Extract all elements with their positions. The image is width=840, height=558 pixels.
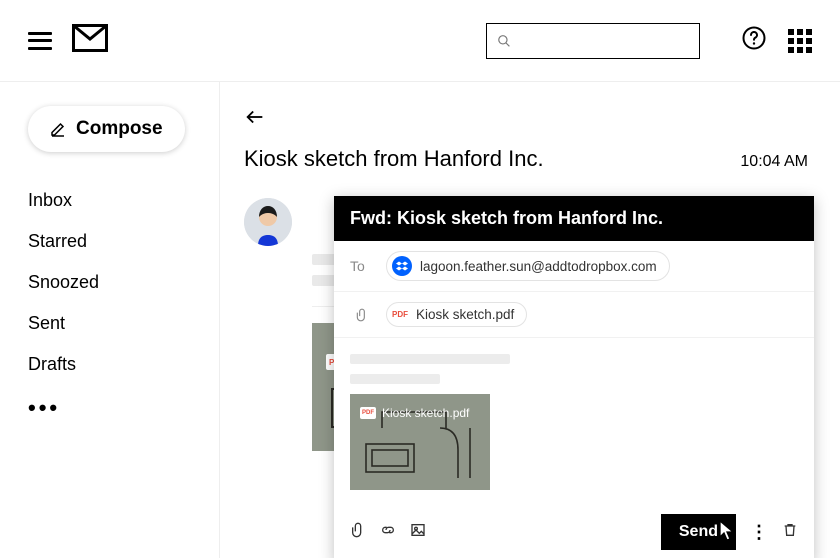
sidebar-item-snoozed[interactable]: Snoozed bbox=[28, 262, 191, 303]
more-button[interactable]: ••• bbox=[28, 385, 191, 431]
compose-button[interactable]: Compose bbox=[28, 106, 185, 152]
insert-image-icon[interactable] bbox=[410, 522, 426, 543]
paperclip-icon bbox=[350, 307, 374, 323]
attachment-chip[interactable]: PDF Kiosk sketch.pdf bbox=[386, 302, 527, 327]
thread-title: Kiosk sketch from Hanford Inc. bbox=[244, 146, 544, 172]
search-icon bbox=[497, 33, 511, 49]
inline-attachment-thumb[interactable]: PDF Kiosk sketch.pdf bbox=[350, 394, 490, 490]
sidebar-item-inbox[interactable]: Inbox bbox=[28, 180, 191, 221]
sender-avatar bbox=[244, 198, 292, 246]
send-button[interactable]: Send bbox=[661, 514, 736, 550]
topbar bbox=[0, 0, 840, 82]
discard-button[interactable] bbox=[782, 521, 798, 544]
search-input[interactable] bbox=[486, 23, 700, 59]
apps-grid-icon[interactable] bbox=[788, 29, 812, 53]
main-pane: Kiosk sketch from Hanford Inc. 10:04 AM bbox=[220, 82, 840, 558]
pdf-label-icon: PDF bbox=[392, 310, 408, 319]
composer-body[interactable]: PDF Kiosk sketch.pdf bbox=[334, 338, 814, 506]
attach-file-icon[interactable] bbox=[350, 522, 366, 543]
thumb-name: Kiosk sketch.pdf bbox=[382, 406, 469, 420]
thread-time: 10:04 AM bbox=[740, 153, 808, 171]
dropbox-icon bbox=[392, 256, 412, 276]
compose-label: Compose bbox=[76, 118, 163, 140]
attachment-row[interactable]: PDF Kiosk sketch.pdf bbox=[334, 292, 814, 338]
to-row[interactable]: To lagoon.feather.sun@addtodropbox.com bbox=[334, 241, 814, 292]
search-field[interactable] bbox=[519, 33, 689, 49]
text-placeholder bbox=[350, 374, 440, 384]
back-button[interactable] bbox=[244, 106, 266, 128]
insert-link-icon[interactable] bbox=[380, 522, 396, 543]
text-placeholder bbox=[350, 354, 510, 364]
compose-icon bbox=[50, 121, 66, 137]
sidebar-item-starred[interactable]: Starred bbox=[28, 221, 191, 262]
mouse-cursor-icon bbox=[719, 520, 737, 542]
sidebar-item-drafts[interactable]: Drafts bbox=[28, 344, 191, 385]
more-options-button[interactable]: ⋮ bbox=[750, 522, 768, 543]
attachment-name: Kiosk sketch.pdf bbox=[416, 307, 514, 322]
pdf-badge-icon: PDF bbox=[360, 407, 376, 419]
help-icon[interactable] bbox=[742, 26, 766, 55]
recipient-address: lagoon.feather.sun@addtodropbox.com bbox=[420, 259, 657, 274]
sidebar-item-sent[interactable]: Sent bbox=[28, 303, 191, 344]
recipient-chip[interactable]: lagoon.feather.sun@addtodropbox.com bbox=[386, 251, 670, 281]
composer-title[interactable]: Fwd: Kiosk sketch from Hanford Inc. bbox=[334, 196, 814, 241]
mail-logo-icon bbox=[72, 24, 108, 57]
sidebar: Compose Inbox Starred Snoozed Sent Draft… bbox=[0, 82, 220, 558]
composer-window: Fwd: Kiosk sketch from Hanford Inc. To l… bbox=[334, 196, 814, 558]
menu-button[interactable] bbox=[28, 32, 52, 50]
to-label: To bbox=[350, 258, 374, 274]
